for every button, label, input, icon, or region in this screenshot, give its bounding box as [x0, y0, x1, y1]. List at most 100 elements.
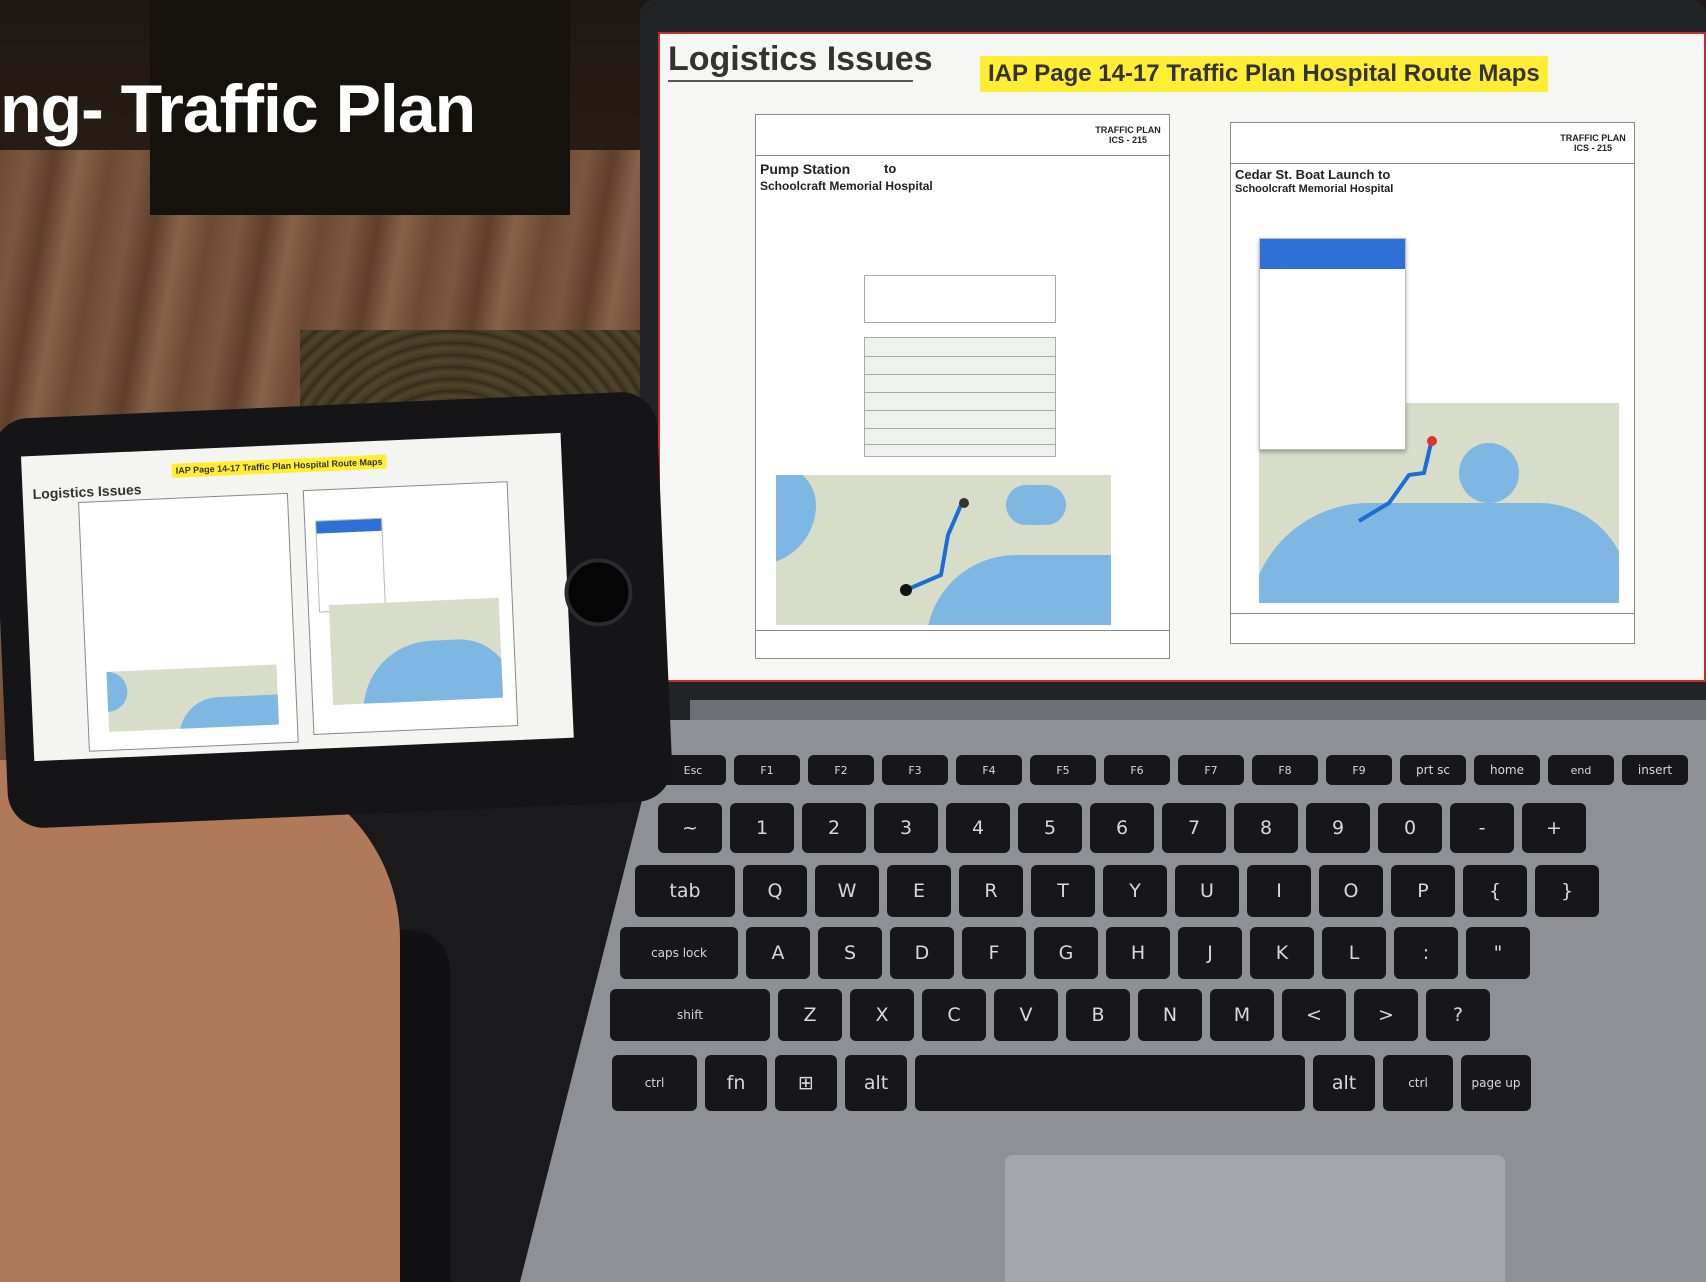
key-page-up[interactable]: page up — [1461, 1055, 1531, 1111]
doc-header-label: TRAFFIC PLAN ICS - 215 — [1560, 133, 1626, 153]
key--[interactable]: ~ — [658, 803, 722, 853]
keyboard: Esc F1 F2 F3 F4 F5 F6 F7 F8 F9 prt sc home end insert… — [610, 755, 1706, 1155]
doc-header-label: TRAFFIC PLAN ICS - 215 — [1095, 125, 1161, 145]
key--[interactable]: { — [1463, 865, 1527, 917]
phone-screen[interactable]: Logistics Issues IAP Page 14-17 Traffic … — [21, 432, 574, 762]
key-b[interactable]: B — [1066, 989, 1130, 1041]
key-end[interactable]: end — [1548, 755, 1614, 785]
key-a[interactable]: A — [746, 927, 810, 979]
key-insert[interactable]: insert — [1622, 755, 1688, 785]
phone: Logistics Issues IAP Page 14-17 Traffic … — [0, 390, 674, 830]
key--[interactable]: ⊞ — [775, 1055, 837, 1111]
route-to-word: to — [884, 161, 897, 176]
key-y[interactable]: Y — [1103, 865, 1167, 917]
key-r[interactable]: R — [959, 865, 1023, 917]
key-8[interactable]: 8 — [1234, 803, 1298, 853]
key-7[interactable]: 7 — [1162, 803, 1226, 853]
key-f4[interactable]: F4 — [956, 755, 1022, 785]
key-0[interactable]: 0 — [1378, 803, 1442, 853]
key-alt[interactable]: alt — [1313, 1055, 1375, 1111]
key-prt-sc[interactable]: prt sc — [1400, 755, 1466, 785]
directions-box — [864, 275, 1056, 323]
screen-title: Logistics Issues — [668, 40, 933, 78]
directions-panel-header — [1260, 239, 1405, 269]
key--[interactable]: " — [1466, 927, 1530, 979]
key-home[interactable]: home — [1474, 755, 1540, 785]
key-shift[interactable]: shift — [610, 989, 770, 1041]
key-h[interactable]: H — [1106, 927, 1170, 979]
doc-footer — [756, 630, 1169, 631]
phone-banner: IAP Page 14-17 Traffic Plan Hospital Rou… — [171, 454, 387, 478]
route-map-left — [776, 475, 1111, 625]
key--[interactable]: } — [1535, 865, 1599, 917]
key-f[interactable]: F — [962, 927, 1026, 979]
key-3[interactable]: 3 — [874, 803, 938, 853]
key--[interactable]: > — [1354, 989, 1418, 1041]
key-d[interactable]: D — [890, 927, 954, 979]
directions-panel — [1259, 238, 1406, 450]
key-9[interactable]: 9 — [1306, 803, 1370, 853]
key-f8[interactable]: F8 — [1252, 755, 1318, 785]
key-1[interactable]: 1 — [730, 803, 794, 853]
key-z[interactable]: Z — [778, 989, 842, 1041]
key-k[interactable]: K — [1250, 927, 1314, 979]
key-5[interactable]: 5 — [1018, 803, 1082, 853]
key-s[interactable]: S — [818, 927, 882, 979]
route-from: Cedar St. Boat Launch to — [1235, 167, 1391, 182]
key-u[interactable]: U — [1175, 865, 1239, 917]
key-o[interactable]: O — [1319, 865, 1383, 917]
key-f9[interactable]: F9 — [1326, 755, 1392, 785]
hand — [0, 760, 400, 1282]
key--[interactable]: < — [1282, 989, 1346, 1041]
route-from: Pump Station — [760, 161, 851, 177]
directions-table — [864, 337, 1056, 457]
key-alt[interactable]: alt — [845, 1055, 907, 1111]
key-f1[interactable]: F1 — [734, 755, 800, 785]
key-v[interactable]: V — [994, 989, 1058, 1041]
doc-footer — [1231, 613, 1634, 614]
key-m[interactable]: M — [1210, 989, 1274, 1041]
key-x[interactable]: X — [850, 989, 914, 1041]
key-n[interactable]: N — [1138, 989, 1202, 1041]
key-2[interactable]: 2 — [802, 803, 866, 853]
key-g[interactable]: G — [1034, 927, 1098, 979]
phone-screen-title: Logistics Issues — [32, 481, 142, 502]
left-traffic-plan-doc: TRAFFIC PLAN ICS - 215 Pump Station to S… — [755, 114, 1170, 659]
key-t[interactable]: T — [1031, 865, 1095, 917]
touchpad[interactable] — [1005, 1155, 1505, 1282]
key-ctrl[interactable]: ctrl — [1383, 1055, 1453, 1111]
phone-camera — [563, 556, 634, 628]
key-6[interactable]: 6 — [1090, 803, 1154, 853]
slide-title: ng- Traffic Plan — [0, 71, 476, 147]
key-w[interactable]: W — [815, 865, 879, 917]
key-f3[interactable]: F3 — [882, 755, 948, 785]
route-destination: Schoolcraft Memorial Hospital — [760, 179, 933, 193]
key-e[interactable]: E — [887, 865, 951, 917]
route-destination: Schoolcraft Memorial Hospital — [1235, 183, 1394, 195]
key-c[interactable]: C — [922, 989, 986, 1041]
key-f2[interactable]: F2 — [808, 755, 874, 785]
key-caps-lock[interactable]: caps lock — [620, 927, 738, 979]
right-traffic-plan-doc: TRAFFIC PLAN ICS - 215 Cedar St. Boat La… — [1230, 122, 1635, 644]
key--[interactable]: : — [1394, 927, 1458, 979]
key-l[interactable]: L — [1322, 927, 1386, 979]
key-tab[interactable]: tab — [635, 865, 735, 917]
key-p[interactable]: P — [1391, 865, 1455, 917]
key-f7[interactable]: F7 — [1178, 755, 1244, 785]
key--[interactable]: ? — [1426, 989, 1490, 1041]
key--[interactable]: + — [1522, 803, 1586, 853]
key-f5[interactable]: F5 — [1030, 755, 1096, 785]
title-underline — [668, 80, 913, 82]
key-f6[interactable]: F6 — [1104, 755, 1170, 785]
key-ctrl[interactable]: ctrl — [612, 1055, 697, 1111]
key--[interactable]: - — [1450, 803, 1514, 853]
key-j[interactable]: J — [1178, 927, 1242, 979]
phone-left-map — [106, 664, 279, 732]
key-space[interactable] — [915, 1055, 1305, 1111]
key-q[interactable]: Q — [743, 865, 807, 917]
key-i[interactable]: I — [1247, 865, 1311, 917]
key-fn[interactable]: fn — [705, 1055, 767, 1111]
key-4[interactable]: 4 — [946, 803, 1010, 853]
phone-directions-panel — [315, 517, 387, 613]
phone-right-map — [328, 597, 503, 706]
